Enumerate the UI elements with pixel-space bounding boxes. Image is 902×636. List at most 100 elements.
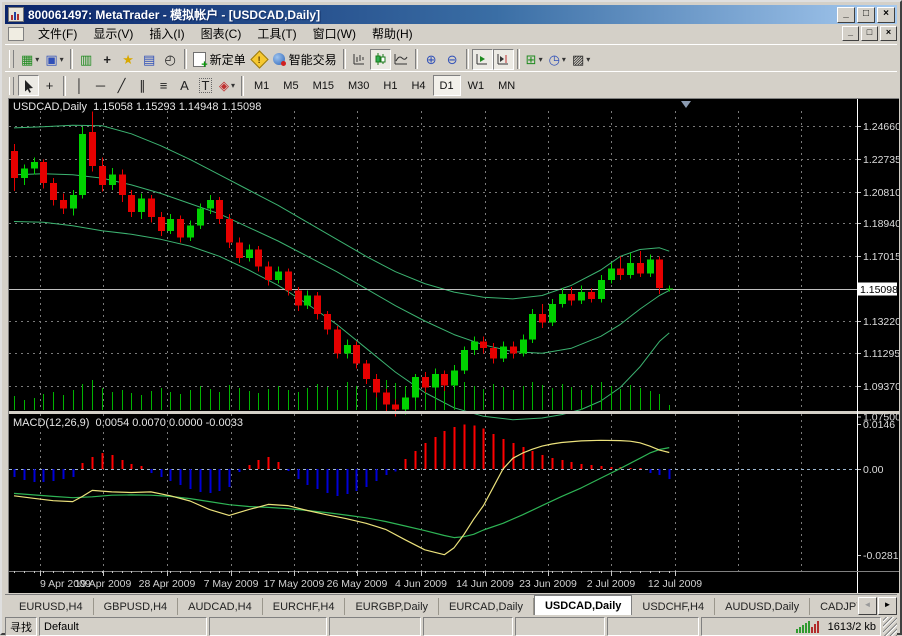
timeframe-w1[interactable]: W1: [461, 75, 492, 96]
chart-window-icon[interactable]: [8, 27, 24, 41]
chart-tab-usdcad-daily[interactable]: USDCAD,Daily: [534, 595, 632, 615]
toolbar-grip[interactable]: [9, 77, 14, 95]
text-label-button[interactable]: T: [195, 75, 216, 96]
chart-tab-eurusd-h4[interactable]: EURUSD,H4: [9, 598, 94, 615]
title-bar[interactable]: 800061497: MetaTrader - 模拟帐户 - [USDCAD,D…: [5, 5, 897, 24]
timeframe-m15[interactable]: M15: [306, 75, 341, 96]
svg-text:-0.0281: -0.0281: [863, 550, 899, 562]
arrows-button[interactable]: ◈▾: [216, 75, 238, 96]
chart-tab-eurgbp-daily[interactable]: EURGBP,Daily: [345, 598, 439, 615]
auto-scroll-button[interactable]: [472, 49, 493, 70]
svg-text:1.24660: 1.24660: [863, 121, 899, 133]
tab-scroll-right-button[interactable]: ►: [878, 597, 897, 615]
svg-text:1.11295: 1.11295: [863, 348, 899, 360]
chart-area[interactable]: USDCAD,Daily 1.15058 1.15293 1.14948 1.1…: [8, 98, 899, 593]
strategy-tester-button[interactable]: ◴: [160, 49, 181, 70]
text-button[interactable]: A: [174, 75, 195, 96]
menu-tools[interactable]: 工具(T): [249, 23, 304, 44]
market-watch-icon: ▥: [80, 53, 92, 66]
profiles-button[interactable]: ▣▾: [42, 49, 66, 70]
chevron-down-icon: ▾: [586, 55, 590, 64]
chart-tab-eurcad-daily[interactable]: EURCAD,Daily: [439, 598, 534, 615]
new-chart-button[interactable]: ▦▾: [18, 49, 42, 70]
status-profile[interactable]: Default: [39, 617, 207, 636]
zoom-in-button[interactable]: ⊕: [421, 49, 442, 70]
timeframe-mn[interactable]: MN: [491, 75, 522, 96]
menu-help[interactable]: 帮助(H): [364, 23, 421, 44]
macd-values: 0.0054 0.0070 0.0000 -0.0033: [96, 417, 243, 429]
new-order-button[interactable]: +新定单: [190, 49, 249, 70]
horizontal-line-button[interactable]: ─: [90, 75, 111, 96]
status-cell: [423, 617, 513, 636]
close-button[interactable]: ×: [877, 7, 895, 23]
timeframe-m5[interactable]: M5: [276, 75, 305, 96]
timeframe-h4[interactable]: H4: [404, 75, 432, 96]
timeframes-toolbar: M1M5M15M30H1H4D1W1MN: [247, 75, 522, 96]
clock-icon: ◷: [549, 53, 560, 66]
svg-text:0.00: 0.00: [863, 464, 884, 476]
chart-tab-audusd-daily[interactable]: AUDUSD,Daily: [715, 598, 810, 615]
chart-tab-eurchf-h4[interactable]: EURCHF,H4: [263, 598, 346, 615]
candlestick-button[interactable]: [370, 49, 391, 70]
line-chart-icon: [394, 52, 408, 66]
templates-button[interactable]: ▨▾: [569, 49, 593, 70]
market-watch-button[interactable]: ▥: [76, 49, 97, 70]
arrows-icon: ◈: [219, 79, 229, 92]
timeframe-h1[interactable]: H1: [376, 75, 404, 96]
bar-chart-button[interactable]: [349, 49, 370, 70]
menu-insert[interactable]: 插入(I): [141, 23, 192, 44]
status-connection: 1613/2 kb: [701, 617, 881, 636]
terminal-icon: ▤: [143, 53, 155, 66]
data-window-button[interactable]: +: [97, 49, 118, 70]
minimize-button[interactable]: _: [837, 7, 855, 23]
terminal-button[interactable]: ▤: [139, 49, 160, 70]
chevron-down-icon: ▾: [60, 55, 64, 64]
resize-grip[interactable]: [883, 617, 897, 636]
periods-button[interactable]: ◷▾: [546, 49, 569, 70]
chart-tab-usdchf-h4[interactable]: USDCHF,H4: [632, 598, 715, 615]
crosshair-button[interactable]: +: [39, 75, 60, 96]
chart-tab-cadjpy-h4[interactable]: CADJPY,H4: [810, 598, 857, 615]
svg-text:1.18940: 1.18940: [863, 218, 899, 230]
svg-text:26 May 2009: 26 May 2009: [327, 578, 388, 590]
chart-tab-audcad-h4[interactable]: AUDCAD,H4: [178, 598, 263, 615]
menu-charts[interactable]: 图表(C): [193, 23, 250, 44]
text-label-icon: T: [199, 78, 213, 93]
tab-scroll-left-button[interactable]: ◄: [858, 597, 877, 615]
fibonacci-icon: ≡: [160, 79, 168, 92]
menu-file[interactable]: 文件(F): [30, 23, 85, 44]
mdi-close-button[interactable]: ×: [880, 26, 897, 41]
channel-button[interactable]: ∥: [132, 75, 153, 96]
timeframe-m30[interactable]: M30: [341, 75, 376, 96]
menu-window[interactable]: 窗口(W): [305, 23, 364, 44]
alert-button[interactable]: !: [249, 49, 270, 70]
svg-text:1.22735: 1.22735: [863, 154, 899, 166]
maximize-button[interactable]: □: [857, 7, 875, 23]
chevron-down-icon: ▾: [562, 55, 566, 64]
menu-view[interactable]: 显示(V): [85, 23, 141, 44]
chart-shift-button[interactable]: [493, 49, 514, 70]
timeframe-d1[interactable]: D1: [433, 75, 461, 96]
indicators-button[interactable]: ⊞▾: [523, 49, 546, 70]
metatrader-window: 800061497: MetaTrader - 模拟帐户 - [USDCAD,D…: [0, 0, 902, 635]
svg-text:14 Jun 2009: 14 Jun 2009: [456, 578, 514, 590]
toolbar-grip[interactable]: [9, 50, 14, 68]
bar-chart-icon: [352, 52, 366, 66]
mdi-minimize-button[interactable]: _: [842, 26, 859, 41]
vertical-line-button[interactable]: │: [69, 75, 90, 96]
trendline-button[interactable]: ╱: [111, 75, 132, 96]
cursor-button[interactable]: [18, 75, 39, 96]
svg-text:2 Jul 2009: 2 Jul 2009: [587, 578, 636, 590]
navigator-button[interactable]: ★: [118, 49, 139, 70]
price-chart-canvas[interactable]: 1.246601.227351.208101.189401.170151.132…: [9, 99, 899, 593]
zoom-out-button[interactable]: ⊖: [442, 49, 463, 70]
timeframe-m1[interactable]: M1: [247, 75, 276, 96]
line-chart-button[interactable]: [391, 49, 412, 70]
chart-tab-gbpusd-h4[interactable]: GBPUSD,H4: [94, 598, 179, 615]
candlestick-icon: [373, 52, 387, 66]
fibonacci-button[interactable]: ≡: [153, 75, 174, 96]
expert-advisors-button[interactable]: 智能交易: [270, 49, 340, 70]
mdi-restore-button[interactable]: □: [861, 26, 878, 41]
indicators-icon: ⊞: [526, 53, 537, 66]
line-studies-toolbar: + │ ─ ╱ ∥ ≡ A T ◈▾ M1M5M15M30H1H4D1W1MN: [5, 71, 897, 99]
